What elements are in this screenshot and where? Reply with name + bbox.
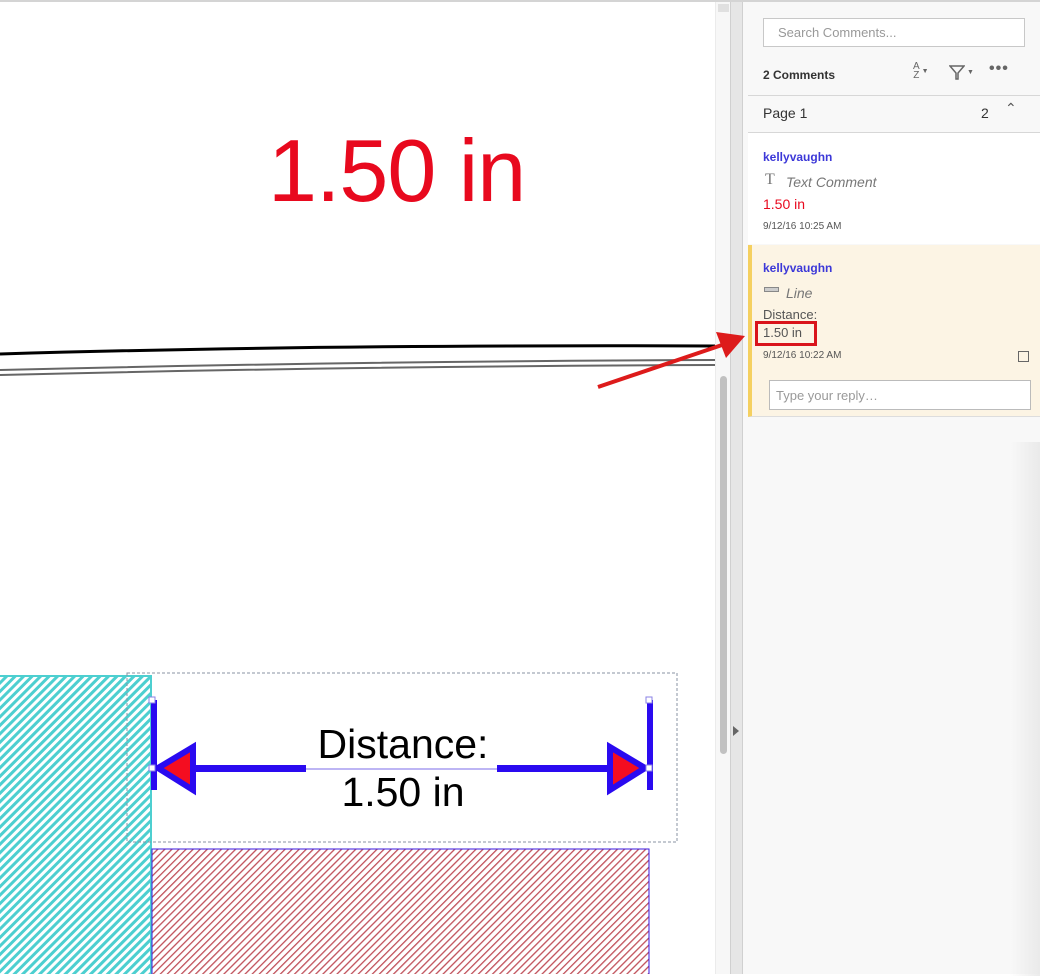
comments-count: 2 Comments (763, 68, 836, 82)
mark-checkbox[interactable] (1018, 351, 1029, 362)
right-arrowhead (607, 741, 651, 796)
text-tool-icon: T (765, 171, 775, 188)
comment-timestamp: 9/12/16 10:22 AM (763, 350, 842, 361)
filter-icon (948, 65, 966, 81)
comment-type: Line (786, 285, 813, 301)
panel-splitter[interactable] (730, 2, 743, 974)
handle-top-right[interactable] (645, 696, 653, 704)
red-hatched-rect[interactable] (151, 848, 650, 974)
left-end-bar (151, 700, 157, 790)
black-curve-line (0, 344, 715, 356)
comment-body: 1.50 in (763, 196, 806, 212)
comment-timestamp: 9/12/16 10:25 AM (763, 221, 842, 232)
left-shaft (190, 765, 306, 772)
distance-label: Distance: 1.50 in (305, 720, 501, 816)
handle-mid-right[interactable] (645, 764, 653, 772)
sort-az-icon: AZ (913, 61, 920, 82)
reply-input[interactable] (769, 380, 1031, 410)
cyan-hatched-rect[interactable] (0, 675, 152, 974)
text-comment-annotation[interactable]: 1.50 in (268, 120, 526, 222)
page-group-count: 2 (981, 105, 989, 121)
left-arrowhead (152, 741, 196, 796)
filter-button[interactable]: ▼ (948, 63, 974, 81)
comment-author: kellyvaughn (763, 261, 833, 275)
chevron-up-icon[interactable]: ⌃ (1005, 100, 1017, 117)
more-options-button[interactable]: ••• (989, 60, 1009, 78)
divider (748, 95, 1040, 96)
scrollbar-thumb[interactable] (720, 376, 727, 754)
comment-body-label: Distance: (763, 307, 818, 322)
handle-top-left[interactable] (148, 696, 156, 704)
highlight-box (755, 321, 817, 346)
comments-panel: 2 Comments AZ▼ ▼ ••• Page 1 2 ⌃ kellyvau… (743, 2, 1040, 976)
panel-shadow (1010, 442, 1040, 976)
comment-author: kellyvaughn (763, 150, 833, 164)
document-scrollbar[interactable] (715, 2, 731, 974)
gray-curve-line-2 (0, 364, 715, 376)
comment-card-selected[interactable]: kellyvaughn Line Distance: 1.50 in 9/12/… (748, 245, 1040, 417)
comment-card[interactable]: kellyvaughn T Text Comment 1.50 in 9/12/… (748, 133, 1040, 244)
distance-label-value: 1.50 in (341, 769, 465, 815)
line-tool-icon (764, 287, 779, 292)
document-canvas[interactable]: 1.50 in Distance: 1.50 in (0, 2, 715, 974)
right-end-bar (647, 700, 653, 790)
collapse-panel-icon[interactable] (733, 726, 739, 736)
more-icon: ••• (989, 60, 1009, 77)
handle-mid-left[interactable] (148, 764, 156, 772)
scrollbar-top-cap (718, 4, 729, 12)
search-comments-input[interactable] (763, 18, 1025, 47)
right-shaft (497, 765, 612, 772)
comment-type: Text Comment (786, 174, 877, 190)
page-group-label: Page 1 (763, 105, 808, 121)
distance-label-line1: Distance: (317, 721, 489, 767)
chevron-down-icon: ▼ (967, 68, 974, 76)
chevron-down-icon: ▼ (921, 67, 929, 75)
sort-button[interactable]: A Z ▼ (913, 61, 929, 82)
